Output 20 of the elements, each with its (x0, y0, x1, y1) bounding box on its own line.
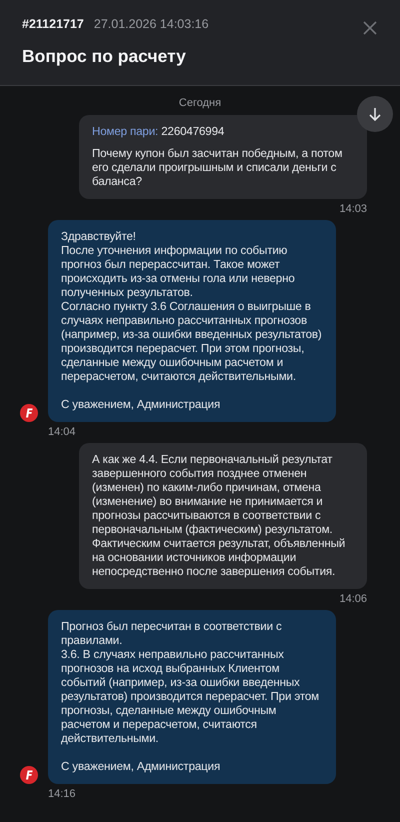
scroll-down-button[interactable] (357, 96, 393, 132)
message-time: 14:06 (339, 593, 367, 605)
message-text: Почему купон был засчитан победным, а потом его сделали проигрышным и списали деньги с баланса? (92, 147, 344, 189)
bet-number: 2260476994 (161, 125, 224, 138)
message-text: Прогноз был пересчитан в соответствии с правилами. 3.6. В случаях неправильно рассчитанных прогнозов на исход выбранных Клиентом событий (например, из-за ошибки введенных результатов) производится перерасчет. При этом прогнозы, сделанные между ошибочным расчетом и перерасчетом, считаются действительными. С уважением, Администрация (61, 620, 320, 774)
bet-label: Номер пари: (92, 125, 158, 138)
arrow-down-icon (367, 106, 383, 122)
message-text: Здравствуйте! После уточнения информации по событию прогноз был перерассчитан. Такое может происходить из-за отмены гола или неверно полученных результатов. Согласно пункту 3.6 Соглашения о выигрыше в случаях неправильно рассчитанных прогнозов (например, из-за ошибки введенных результатов) производится перерасчет. При этом прогнозы, сделанные между ошибочным расчетом и перерасчетом, считаются действительными. С уважением, Администрация (61, 230, 323, 412)
date-divider: Сегодня (178, 97, 222, 109)
message-time: 14:16 (48, 788, 76, 800)
close-icon (362, 20, 378, 36)
close-button[interactable] (362, 20, 378, 36)
avatar-icon (20, 766, 38, 784)
avatar-icon (20, 404, 38, 422)
message-text: А как же 4.4. Если первоначальный результат завершенного события позднее отменен (изменен) по каким-либо причинам, отмена (изменение) во внимание не принимается и прогнозы рассчитываются в соответствии с первоначальным (фактическим) результатом. Фактическим считается результат, объявленный на основании источников информации непосредственно после завершения события. (92, 453, 346, 579)
message-time: 14:04 (48, 426, 76, 438)
message-time: 14:03 (339, 203, 367, 215)
ticket-title: Вопрос по расчету (22, 46, 187, 67)
ticket-datetime: 27.01.2026 14:03:16 (94, 17, 209, 31)
ticket-number: #21121717 (22, 17, 84, 31)
